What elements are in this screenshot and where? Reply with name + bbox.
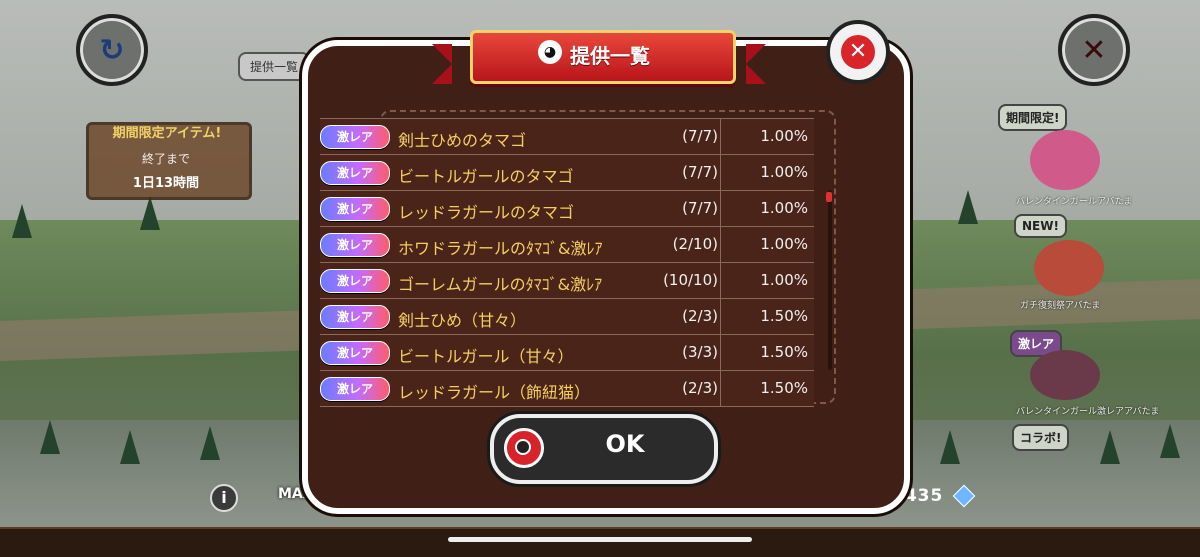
collab-label: コラボ! bbox=[1012, 424, 1070, 451]
item-count: (2/3) bbox=[682, 307, 718, 325]
revival-fest-egg-icon[interactable] bbox=[1034, 240, 1104, 296]
item-name: 剣士ひめ（甘々） bbox=[398, 311, 527, 330]
tree bbox=[940, 430, 960, 464]
rarity-badge: 激レア bbox=[320, 377, 390, 401]
item-name: レッドラガール（飾紐猫） bbox=[398, 383, 591, 402]
tree bbox=[958, 190, 978, 224]
tree bbox=[12, 204, 32, 238]
list-scrollbar[interactable] bbox=[828, 190, 832, 370]
list-item: 激レア レッドラガール（飾紐猫） (2/3) 1.50% bbox=[320, 371, 814, 407]
item-name: 剣士ひめのタマゴ bbox=[398, 131, 527, 150]
list-item: 激レア 剣士ひめのタマゴ (7/7) 1.00% bbox=[320, 118, 814, 155]
rarity-badge: 激レア bbox=[320, 233, 390, 257]
banner-ribbon-left bbox=[432, 44, 452, 84]
list-item: 激レア ホワドラガールのﾀﾏｺﾞ&激ﾚｱ (2/10) 1.00% bbox=[320, 227, 814, 263]
back-arrow-icon: ↻ bbox=[99, 32, 125, 68]
item3-caption: バレンタインガール激レアアバたま bbox=[1016, 407, 1160, 417]
banner-ribbon-right bbox=[746, 44, 766, 84]
tab-provision-list[interactable]: 提供一覧 bbox=[238, 52, 311, 81]
item-name: ホワドラガールのﾀﾏｺﾞ&激ﾚｱ bbox=[398, 239, 603, 258]
tree bbox=[40, 420, 60, 454]
rarity-badge: 激レア bbox=[320, 305, 390, 329]
rarity-badge: 激レア bbox=[320, 125, 390, 149]
back-button[interactable]: ↻ bbox=[76, 14, 148, 86]
rarity-badge: 激レア bbox=[320, 161, 390, 185]
home-indicator[interactable] bbox=[448, 537, 752, 542]
item-name: ゴーレムガールのﾀﾏｺﾞ&激ﾚｱ bbox=[398, 275, 603, 294]
item-rate: 1.50% bbox=[760, 379, 808, 397]
column-divider bbox=[720, 299, 721, 334]
rarity-badge: 激レア bbox=[320, 197, 390, 221]
item-name: レッドラガールのタマゴ bbox=[398, 203, 575, 222]
close-icon: ✕ bbox=[841, 35, 875, 69]
info-button[interactable]: i bbox=[210, 484, 238, 512]
item-count: (7/7) bbox=[682, 199, 718, 217]
column-divider bbox=[720, 119, 721, 154]
timed-item-remaining: 1日13時間 bbox=[132, 176, 200, 191]
item2-caption: ガチ復刻祭アバたま bbox=[1020, 301, 1101, 311]
item-rate: 1.50% bbox=[760, 307, 808, 325]
column-divider bbox=[720, 155, 721, 190]
list-item: 激レア レッドラガールのタマゴ (7/7) 1.00% bbox=[320, 191, 814, 227]
item-count: (10/10) bbox=[663, 271, 718, 289]
valentine-egg-icon[interactable] bbox=[1030, 130, 1100, 190]
item-rate: 1.50% bbox=[760, 343, 808, 361]
tree bbox=[140, 196, 160, 230]
column-divider bbox=[720, 263, 721, 298]
background-close-button[interactable]: ✕ bbox=[1058, 14, 1130, 86]
scroll-thumb[interactable] bbox=[826, 192, 832, 202]
dialog-close-button[interactable]: ✕ bbox=[826, 20, 890, 84]
item-rate: 1.00% bbox=[760, 235, 808, 253]
item-rate: 1.00% bbox=[760, 127, 808, 145]
rarity-badge: 激レア bbox=[320, 269, 390, 293]
item-count: (2/3) bbox=[682, 379, 718, 397]
tree bbox=[200, 426, 220, 460]
ok-button-label: OK bbox=[605, 430, 645, 458]
bottom-bar bbox=[0, 527, 1200, 557]
list-item: 激レア ビートルガールのタマゴ (7/7) 1.00% bbox=[320, 155, 814, 191]
tree bbox=[120, 430, 140, 464]
new-label: NEW! bbox=[1014, 214, 1067, 238]
item-list[interactable]: 激レア 剣士ひめのタマゴ (7/7) 1.00% 激レア ビートルガールのタマゴ… bbox=[320, 118, 814, 407]
item-rate: 1.00% bbox=[760, 199, 808, 217]
timed-item-title: 期間限定アイテム! bbox=[112, 126, 222, 141]
rarity-badge: 激レア bbox=[320, 341, 390, 365]
confirm-circle-inner bbox=[515, 439, 531, 455]
item-count: (7/7) bbox=[682, 127, 718, 145]
list-item: 激レア 剣士ひめ（甘々） (2/3) 1.50% bbox=[320, 299, 814, 335]
valentine-rare-egg-icon[interactable] bbox=[1030, 350, 1100, 400]
close-icon: ✕ bbox=[1081, 32, 1107, 68]
column-divider bbox=[720, 335, 721, 370]
tree bbox=[1100, 430, 1120, 464]
item-rate: 1.00% bbox=[760, 271, 808, 289]
item-count: (7/7) bbox=[682, 163, 718, 181]
item-count: (2/10) bbox=[672, 235, 718, 253]
item-name: ビートルガール（甘々） bbox=[398, 347, 574, 366]
item1-caption: バレンタインガールアバたま bbox=[1016, 197, 1133, 207]
item-name: ビートルガールのタマゴ bbox=[398, 167, 574, 186]
tree bbox=[1160, 424, 1180, 458]
item-rate: 1.00% bbox=[760, 163, 808, 181]
column-divider bbox=[720, 371, 721, 406]
egg-face-icon: ◕ bbox=[538, 40, 562, 64]
column-divider bbox=[720, 191, 721, 226]
timed-item-until-label: 終了まで bbox=[141, 152, 190, 166]
limited-label: 期間限定! bbox=[998, 104, 1068, 131]
dialog-title: 提供一覧 bbox=[570, 44, 650, 68]
column-divider bbox=[720, 227, 721, 262]
item-count: (3/3) bbox=[682, 343, 718, 361]
list-item: 激レア ゴーレムガールのﾀﾏｺﾞ&激ﾚｱ (10/10) 1.00% bbox=[320, 263, 814, 299]
list-item: 激レア ビートルガール（甘々） (3/3) 1.50% bbox=[320, 335, 814, 371]
